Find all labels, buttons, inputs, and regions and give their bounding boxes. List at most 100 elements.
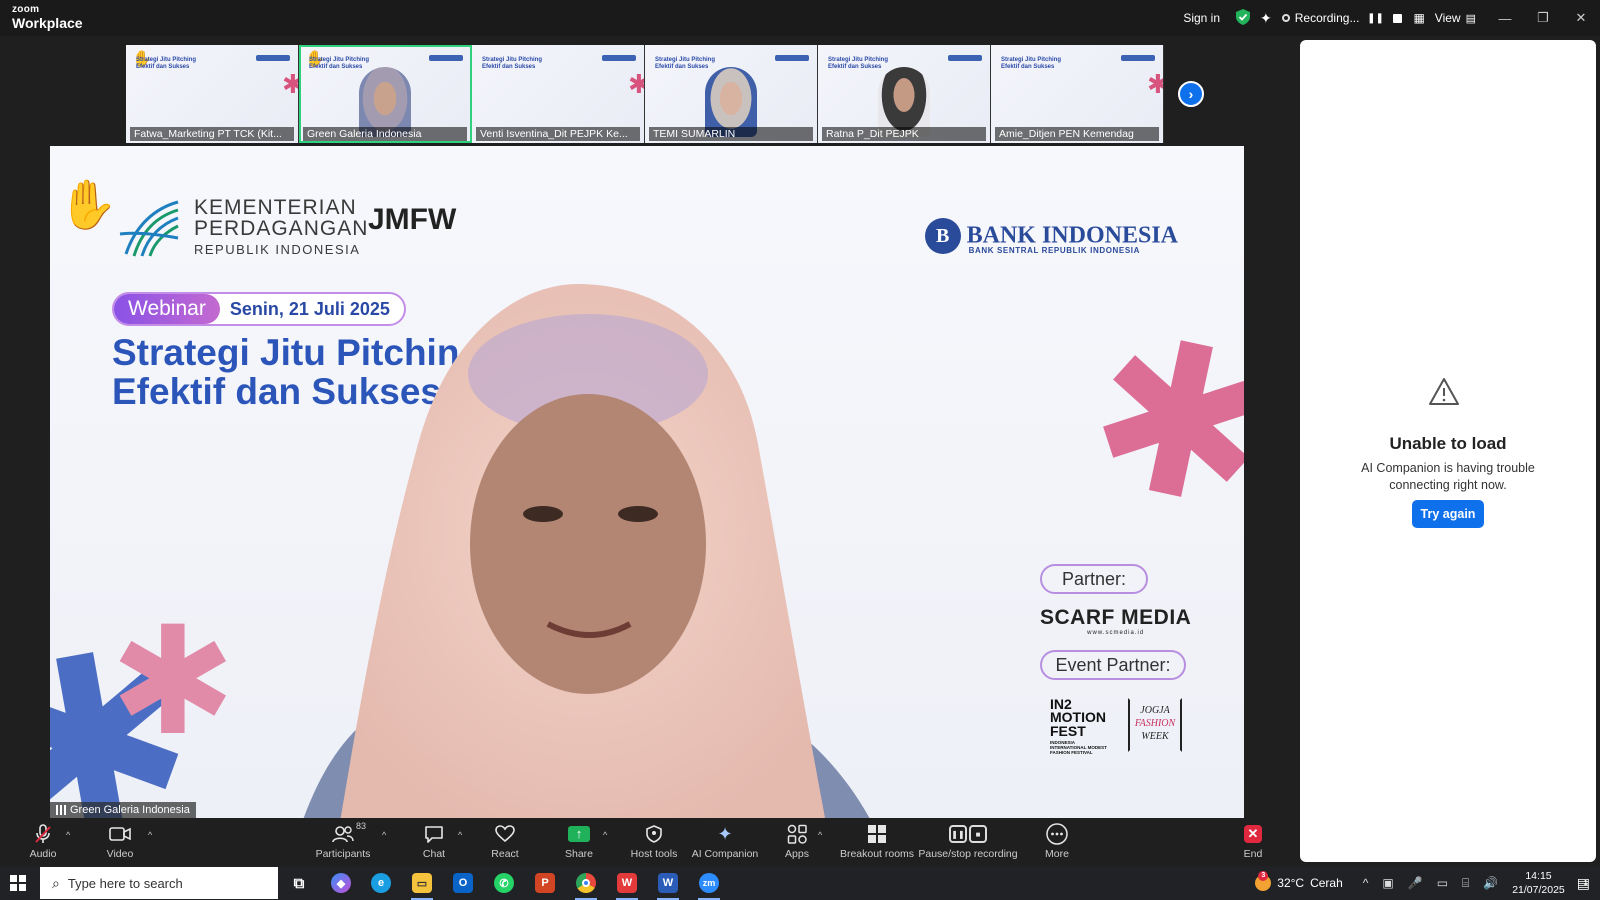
microphone-muted-icon bbox=[34, 822, 52, 846]
chrome-icon[interactable] bbox=[569, 869, 603, 900]
participants-button[interactable]: Participants bbox=[303, 822, 383, 860]
ai-companion-label: AI Companion bbox=[691, 848, 759, 860]
wps-office-icon[interactable]: W bbox=[610, 869, 644, 900]
pause-stop-recording-button[interactable]: ❚❚ ■ Pause/stop recording bbox=[918, 822, 1018, 860]
participants-label: Participants bbox=[315, 848, 371, 860]
end-close-icon: ✕ bbox=[1244, 825, 1262, 843]
recording-label: Recording... bbox=[1294, 11, 1360, 25]
participant-tile[interactable]: Strategi Jitu Pitching Efektif dan Sukse… bbox=[991, 45, 1164, 143]
share-screen-icon: ↑ bbox=[568, 826, 590, 842]
chat-bubble-icon bbox=[424, 822, 444, 846]
video-options-chevron-icon[interactable]: ^ bbox=[148, 830, 152, 840]
raised-hand-icon: ✋ bbox=[58, 179, 118, 232]
microphone-tray-icon[interactable]: 🎤 bbox=[1408, 876, 1423, 890]
show-hidden-icons-chevron-icon[interactable]: ^ bbox=[1363, 876, 1369, 890]
audio-label: Audio bbox=[29, 848, 57, 860]
bi-emblem-icon: B bbox=[924, 218, 961, 254]
zoom-app-icon[interactable]: zm bbox=[692, 869, 726, 900]
share-options-chevron-icon[interactable]: ^ bbox=[603, 830, 607, 840]
title-bar: zoom Workplace Sign in ✦ Recording... ❚❚… bbox=[0, 0, 1600, 36]
jmfw-logo: JMFW bbox=[368, 203, 457, 236]
apps-button[interactable]: Apps bbox=[757, 822, 837, 860]
apps-label: Apps bbox=[785, 848, 809, 860]
display-icon[interactable]: ▭ bbox=[1437, 876, 1448, 890]
scarf-url: www.scmedia.id bbox=[1087, 630, 1145, 636]
end-meeting-button[interactable]: ✕ End bbox=[1213, 822, 1293, 860]
participant-name: TEMI SUMARLIN bbox=[649, 127, 813, 141]
participant-tile[interactable]: Strategi Jitu Pitching Efektif dan Sukse… bbox=[472, 45, 645, 143]
network-icon[interactable]: ⌸ bbox=[1462, 876, 1469, 891]
react-button[interactable]: React bbox=[465, 822, 545, 860]
windows-taskbar: ⌕ Type here to search ⧉ ◆ e ▭ O ✆ P W W … bbox=[0, 866, 1600, 900]
ai-companion-button[interactable]: ✦ AI Companion bbox=[685, 822, 765, 861]
audio-options-chevron-icon[interactable]: ^ bbox=[66, 830, 70, 840]
close-icon[interactable]: ✕ bbox=[1562, 10, 1600, 26]
tile-star-icon: ✱ bbox=[282, 71, 298, 97]
taskbar-search-box[interactable]: ⌕ Type here to search bbox=[40, 867, 278, 899]
participant-tile[interactable]: Strategi Jitu Pitching Efektif dan Sukse… bbox=[645, 45, 818, 143]
ai-sparkle-icon[interactable]: ✦ bbox=[1260, 10, 1272, 27]
powerpoint-icon[interactable]: P bbox=[528, 869, 562, 897]
participants-count: 83 bbox=[356, 821, 367, 831]
breakout-rooms-label: Breakout rooms bbox=[839, 848, 915, 860]
copilot-icon[interactable]: ◆ bbox=[324, 869, 358, 897]
apps-options-chevron-icon[interactable]: ^ bbox=[818, 830, 822, 840]
video-camera-icon bbox=[109, 822, 131, 846]
event-partner-label: Event Partner: bbox=[1040, 650, 1186, 680]
participant-tile-active[interactable]: ✋ Strategi Jitu Pitching Efektif dan Suk… bbox=[299, 45, 472, 143]
outlook-icon[interactable]: O bbox=[446, 869, 480, 897]
ministry-line-2: PERDAGANGAN bbox=[194, 217, 369, 240]
system-tray: 3 32°C Cerah ^ ▣ 🎤 ▭ ⌸ 🔊 14:15 21/07/202… bbox=[1255, 866, 1600, 900]
audio-button[interactable]: Audio bbox=[3, 822, 83, 860]
word-icon[interactable]: W bbox=[651, 869, 685, 900]
tile-bank-logo bbox=[775, 55, 809, 61]
participants-options-chevron-icon[interactable]: ^ bbox=[382, 830, 386, 840]
participant-tile[interactable]: ✋ Strategi Jitu Pitching Efektif dan Suk… bbox=[126, 45, 299, 143]
gallery-grid-icon[interactable]: ▦ bbox=[1413, 11, 1424, 25]
taskbar-clock[interactable]: 14:15 21/07/2025 bbox=[1512, 869, 1565, 897]
meeting-toolbar: Audio ^ Video ^ Participants 83 ^ Chat ^ bbox=[0, 818, 1294, 866]
try-again-button[interactable]: Try again bbox=[1412, 500, 1484, 528]
more-button[interactable]: More bbox=[1017, 822, 1097, 860]
notification-center-icon[interactable]: ▤ 1 bbox=[1577, 875, 1590, 892]
pause-recording-icon[interactable]: ❚❚ bbox=[1367, 12, 1384, 24]
whatsapp-icon[interactable]: ✆ bbox=[487, 869, 521, 897]
restore-icon[interactable]: ❐ bbox=[1524, 10, 1562, 26]
shield-check-icon[interactable] bbox=[1236, 8, 1251, 28]
view-button[interactable]: View ▤ bbox=[1435, 11, 1476, 25]
participant-tile[interactable]: Strategi Jitu Pitching Efektif dan Sukse… bbox=[818, 45, 991, 143]
volume-icon[interactable]: 🔊 bbox=[1483, 876, 1498, 890]
view-label: View bbox=[1434, 11, 1461, 25]
sign-in-link[interactable]: Sign in bbox=[1183, 11, 1220, 25]
windows-start-icon[interactable] bbox=[10, 875, 26, 891]
host-tools-button[interactable]: Host tools bbox=[614, 822, 694, 860]
minimize-icon[interactable]: — bbox=[1486, 11, 1524, 26]
search-icon: ⌕ bbox=[52, 874, 60, 891]
bank-indonesia-logo: B BANK INDONESIA BANK SENTRAL REPUBLIK IN… bbox=[924, 218, 1178, 255]
chat-options-chevron-icon[interactable]: ^ bbox=[458, 830, 462, 840]
weather-condition: Cerah bbox=[1310, 876, 1343, 890]
stop-recording-icon[interactable] bbox=[1391, 12, 1403, 24]
breakout-rooms-button[interactable]: Breakout rooms bbox=[832, 822, 922, 860]
pause-icon: ❚❚ bbox=[949, 825, 967, 843]
strip-next-arrow-icon[interactable]: › bbox=[1178, 81, 1204, 107]
video-button[interactable]: Video bbox=[80, 822, 160, 860]
warning-triangle-icon bbox=[1429, 378, 1459, 405]
speaker-video: ✱ ✱ ✱ ✋ KEMENTERIAN PERDAGANGAN REPUBLIK… bbox=[50, 146, 1244, 818]
participant-name: Ratna P_Dit PEJPK bbox=[822, 127, 986, 141]
speaker-name: Green Galeria Indonesia bbox=[70, 804, 190, 816]
tile-slide-title: Strategi Jitu Pitching Efektif dan Sukse… bbox=[828, 57, 889, 70]
scarf-media-logo: SCARF MEDIA www.scmedia.id bbox=[1040, 606, 1191, 636]
chat-button[interactable]: Chat bbox=[394, 822, 474, 860]
meet-now-icon[interactable]: ▣ bbox=[1382, 876, 1393, 890]
task-view-icon[interactable]: ⧉ bbox=[282, 869, 316, 897]
share-button[interactable]: ↑ Share bbox=[539, 822, 619, 860]
clock-time: 14:15 bbox=[1525, 869, 1552, 882]
in2-subtitle: INDONESIA INTERNATIONAL MODEST FASHION F… bbox=[1050, 739, 1107, 755]
weather-widget[interactable]: 3 32°C Cerah bbox=[1255, 871, 1343, 891]
in2-name: IN2 MOTION FEST bbox=[1050, 696, 1106, 739]
jfw-line-1: JOGJA bbox=[1140, 705, 1170, 716]
decor-star-pink-right: ✱ bbox=[1069, 289, 1244, 556]
edge-browser-icon[interactable]: e bbox=[364, 869, 398, 897]
file-explorer-icon[interactable]: ▭ bbox=[405, 869, 439, 900]
